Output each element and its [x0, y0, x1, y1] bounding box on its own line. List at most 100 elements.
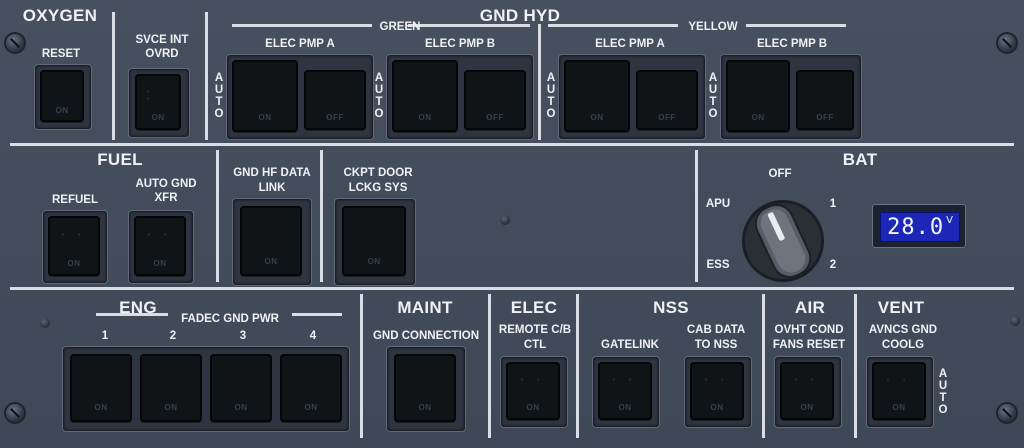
yellow-pump-a-auto-button[interactable]: ON: [564, 60, 630, 132]
screw-icon: [998, 34, 1016, 52]
gatelink-button[interactable]: • • ON: [598, 362, 652, 420]
on-legend: ON: [94, 403, 108, 413]
bat-ess-label: ESS: [706, 259, 730, 271]
bat-2-label: 2: [829, 259, 837, 271]
green-pump-b-auto-button[interactable]: ON: [392, 60, 458, 132]
on-legend: ON: [892, 402, 906, 412]
bat-title: BAT: [842, 150, 878, 169]
battery-voltage-value: 28.0: [887, 214, 945, 240]
on-legend: ON: [258, 112, 272, 122]
auto-label: AUTO: [214, 72, 224, 120]
gnd-connection-button[interactable]: ON: [394, 354, 456, 422]
overhead-panel: OXYGEN RESET ON SVCE INT OVRD • • ON GND …: [0, 0, 1024, 448]
reset-label: RESET: [41, 48, 81, 60]
on-legend: ON: [800, 402, 814, 412]
green-pump-a-label: ELEC PMP A: [265, 38, 335, 50]
oxygen-title: OXYGEN: [22, 6, 98, 25]
auto-gnd-xfr-label: AUTO GND XFR: [135, 178, 197, 204]
eng-2-label: 2: [169, 330, 177, 342]
off-legend: OFF: [486, 112, 504, 122]
yellow-pump-b-off-button[interactable]: OFF: [796, 70, 854, 130]
yellow-bracket-line: [746, 24, 846, 27]
section-divider: [695, 150, 698, 282]
on-legend: ON: [304, 403, 318, 413]
bat-off-label: OFF: [768, 168, 792, 180]
screw-icon: [6, 404, 24, 422]
section-divider: [488, 294, 491, 438]
ckpt-door-lckg-button[interactable]: ON: [342, 206, 406, 276]
fadec-gnd-pwr-1-button[interactable]: ON: [70, 354, 132, 422]
section-divider: [854, 294, 857, 438]
battery-voltage-display: 28.0 V: [872, 204, 966, 248]
rivet-icon: [40, 318, 50, 328]
section-divider: [576, 294, 579, 438]
on-legend: ON: [367, 257, 381, 267]
green-pump-a-off-button[interactable]: OFF: [304, 70, 366, 130]
fadec-gnd-pwr-2-button[interactable]: ON: [140, 354, 202, 422]
gnd-hyd-title: GND HYD: [479, 6, 561, 25]
screw-icon: [6, 34, 24, 52]
on-legend: ON: [151, 113, 165, 123]
yellow-label: YELLOW: [688, 21, 738, 33]
off-legend: OFF: [658, 112, 676, 122]
avncs-gnd-coolg-button[interactable]: • • ON: [872, 362, 926, 420]
bat-selector-knob[interactable]: [740, 198, 826, 284]
section-divider: [205, 12, 208, 140]
yellow-bracket-line: [548, 24, 678, 27]
on-legend: ON: [526, 402, 540, 412]
fadec-gnd-pwr-3-button[interactable]: ON: [210, 354, 272, 422]
rivet-icon: [500, 215, 510, 225]
cab-data-label: CAB DATA TO NSS: [686, 324, 746, 351]
ovht-cond-fans-reset-button[interactable]: • • ON: [780, 362, 834, 420]
fadec-label: FADEC GND PWR: [181, 313, 279, 325]
yellow-pump-a-off-button[interactable]: OFF: [636, 70, 698, 130]
gatelink-label: GATELINK: [601, 339, 659, 351]
svce-int-ovrd-button[interactable]: • • ON: [135, 74, 181, 130]
eng-title: ENG: [119, 298, 157, 317]
ovht-cond-label: OVHT COND FANS RESET: [772, 324, 846, 351]
bat-apu-label: APU: [705, 198, 731, 210]
section-divider: [762, 294, 765, 438]
screw-icon: [998, 404, 1016, 422]
green-pump-b-off-button[interactable]: OFF: [464, 70, 526, 130]
gnd-hf-label: GND HF DATA LINK: [233, 167, 311, 194]
green-pump-a-auto-button[interactable]: ON: [232, 60, 298, 132]
fuel-title: FUEL: [97, 150, 143, 169]
on-legend: ON: [55, 105, 69, 115]
row-divider: [10, 287, 1014, 290]
refuel-label: REFUEL: [52, 194, 98, 206]
auto-gnd-xfr-button[interactable]: • • ON: [134, 216, 186, 276]
on-legend: ON: [153, 258, 167, 268]
on-legend: ON: [710, 402, 724, 412]
auto-label: AUTO: [546, 72, 556, 120]
gnd-hf-datalink-button[interactable]: ON: [240, 206, 302, 276]
on-legend: ON: [234, 403, 248, 413]
refuel-button[interactable]: • • ON: [48, 216, 100, 276]
remote-cb-label: REMOTE C/B CTL: [498, 324, 572, 351]
green-pump-b-label: ELEC PMP B: [424, 38, 496, 50]
cab-data-to-nss-button[interactable]: • • ON: [690, 362, 744, 420]
lcd-screen: 28.0 V: [880, 212, 960, 242]
remote-cb-ctl-button[interactable]: • • ON: [506, 362, 560, 420]
ckpt-door-label: CKPT DOOR LCKG SYS: [343, 167, 413, 194]
yellow-pump-a-label: ELEC PMP A: [595, 38, 665, 50]
on-legend: ON: [264, 257, 278, 267]
oxygen-reset-button[interactable]: ON: [40, 70, 84, 122]
on-legend: ON: [418, 112, 432, 122]
elec-title: ELEC: [510, 298, 558, 317]
eng-3-label: 3: [239, 330, 247, 342]
on-legend: ON: [418, 403, 432, 413]
battery-voltage-unit: V: [946, 214, 953, 226]
avncs-label: AVNCS GND COOLG: [868, 324, 938, 351]
yellow-pump-b-label: ELEC PMP B: [756, 38, 828, 50]
off-legend: OFF: [816, 112, 834, 122]
section-divider: [112, 12, 115, 140]
fadec-gnd-pwr-4-button[interactable]: ON: [280, 354, 342, 422]
on-legend: ON: [67, 258, 81, 268]
on-legend: ON: [590, 112, 604, 122]
section-divider: [360, 294, 363, 438]
svce-int-ovrd-label: SVCE INT OVRD: [135, 34, 189, 60]
green-bracket-line: [232, 24, 372, 27]
yellow-pump-b-auto-button[interactable]: ON: [726, 60, 790, 132]
auto-label: AUTO: [708, 72, 718, 120]
